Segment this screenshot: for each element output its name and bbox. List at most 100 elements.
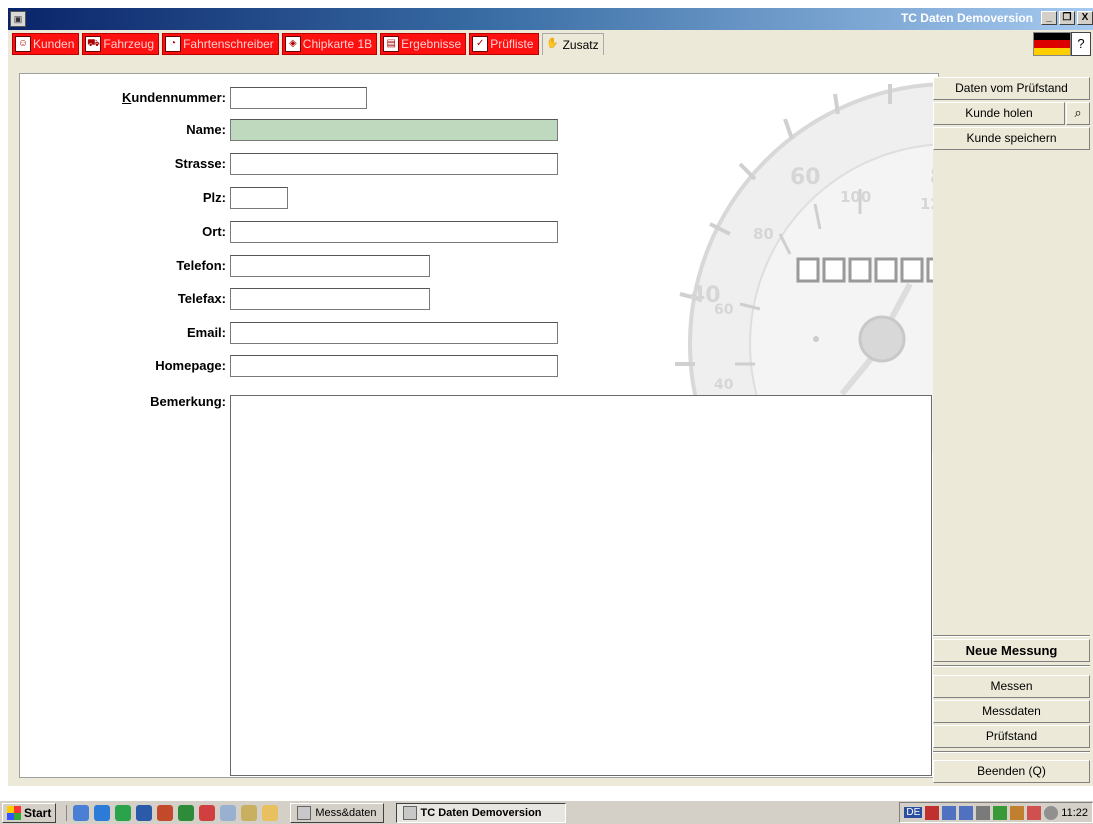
system-tray: DE 11:22 — [899, 802, 1093, 823]
tab-label: Kunden — [33, 37, 75, 51]
telefax-input[interactable] — [230, 288, 430, 310]
app-red-icon[interactable] — [199, 804, 216, 821]
email-input[interactable] — [230, 322, 558, 344]
binoculars-icon[interactable]: ⌕ — [1066, 102, 1090, 125]
task-label: TC Daten Demoversion — [420, 806, 542, 819]
tab-label: Prüfliste — [490, 37, 534, 51]
messen-button[interactable]: Messen — [933, 675, 1090, 698]
tab-label: Ergebnisse — [401, 37, 462, 51]
tray-misc-icon[interactable] — [1010, 805, 1025, 820]
language-indicator[interactable]: DE — [904, 807, 923, 818]
tab-kunden[interactable]: ☺ Kunden — [12, 33, 80, 55]
ort-label: Ort: — [202, 224, 226, 239]
help-button[interactable]: ? — [1071, 32, 1091, 56]
antivirus-icon[interactable] — [993, 805, 1008, 820]
restore-button[interactable]: ❐ — [1059, 11, 1075, 25]
title-bar: ▣ TC Daten Demoversion _ ❐ X — [8, 8, 1093, 30]
hand-icon: ✋ — [546, 37, 559, 49]
kunde-speichern-button[interactable]: Kunde speichern — [933, 127, 1090, 150]
task-label: Mess&daten — [315, 806, 377, 819]
start-label: Start — [24, 805, 52, 820]
speedo-label-60-inner: 60 — [714, 302, 734, 318]
start-button[interactable]: Start — [2, 802, 57, 823]
name-input[interactable] — [230, 119, 558, 141]
tachograph-icon: ◔ — [165, 36, 182, 52]
kundennummer-label: Kundennummer: — [121, 90, 226, 105]
tray-tool-icon[interactable] — [976, 805, 991, 820]
desktop: ▣ TC Daten Demoversion _ ❐ X ☺ Kunden ⛟ Fa… — [0, 0, 1093, 824]
pruefstand-button[interactable]: Prüfstand — [933, 725, 1090, 748]
tray-app-icon[interactable] — [925, 805, 940, 820]
tab-zusatz[interactable]: ✋ Zusatz — [541, 33, 604, 55]
media-icon[interactable] — [115, 804, 132, 821]
minimize-button[interactable]: _ — [1041, 11, 1057, 25]
app-icon[interactable]: ▣ — [10, 11, 26, 27]
beenden-button[interactable]: Beenden (Q) — [933, 760, 1090, 783]
tab-label: Fahrtenschreiber — [183, 37, 274, 51]
bemerkung-textarea[interactable] — [230, 395, 932, 776]
divider — [933, 635, 1090, 637]
plz-label: Plz: — [202, 190, 226, 205]
tab-label: Fahrzeug — [103, 37, 155, 51]
window-title: TC Daten Demoversion — [900, 11, 1033, 25]
network-icon[interactable] — [942, 805, 957, 820]
email-label: Email: — [186, 325, 226, 340]
divider — [933, 665, 1090, 667]
german-flag-icon[interactable] — [1033, 32, 1071, 56]
close-button[interactable]: X — [1077, 11, 1093, 25]
kunde-holen-button[interactable]: Kunde holen — [933, 102, 1065, 125]
network-icon[interactable] — [959, 805, 974, 820]
quick-launch — [66, 804, 279, 821]
main-panel: 60 80 100 12 80 40 60 40 — [8, 60, 1093, 786]
strasse-label: Strasse: — [174, 156, 226, 171]
tab-pruefliste[interactable]: ✓ Prüfliste — [469, 33, 539, 55]
tool-icon[interactable] — [241, 804, 258, 821]
messdaten-button[interactable]: Messdaten — [933, 700, 1090, 723]
speedo-label-60: 60 — [790, 165, 821, 190]
car-icon: ⛟ — [85, 36, 102, 52]
tab-label: Zusatz — [562, 37, 599, 52]
word-icon[interactable] — [136, 804, 153, 821]
bemerkung-label: Bemerkung: — [150, 394, 226, 409]
window-icon — [297, 805, 312, 820]
folder-icon[interactable] — [262, 804, 279, 821]
tab-fahrzeug[interactable]: ⛟ Fahrzeug — [82, 33, 160, 55]
telefon-input[interactable] — [230, 255, 430, 277]
chipcard-icon: ◈ — [284, 36, 301, 52]
neue-messung-button[interactable]: Neue Messung — [933, 639, 1090, 662]
desktop-icon[interactable] — [73, 804, 90, 821]
speedo-label-40-inner: 40 — [714, 377, 734, 393]
tab-ergebnisse[interactable]: ▤ Ergebnisse — [380, 33, 467, 55]
window-icon — [402, 805, 417, 820]
strasse-input[interactable] — [230, 153, 558, 175]
action-sidebar: Daten vom Prüfstand Kunde holen ⌕ Kunde … — [933, 77, 1090, 785]
plz-input[interactable] — [230, 187, 288, 209]
checklist-icon: ✓ — [472, 36, 489, 52]
homepage-input[interactable] — [230, 355, 558, 377]
speedo-label-100: 100 — [840, 188, 871, 206]
kundennummer-input[interactable] — [230, 87, 367, 109]
windows-logo-icon — [7, 805, 21, 820]
excel-icon[interactable] — [178, 804, 195, 821]
ort-input[interactable] — [230, 221, 558, 243]
powerpoint-icon[interactable] — [157, 804, 174, 821]
divider — [933, 751, 1090, 753]
ie-icon[interactable] — [94, 804, 111, 821]
taskbar-item-messdaten[interactable]: Mess&daten — [290, 802, 384, 823]
tab-bar: ☺ Kunden ⛟ Fahrzeug ◔ Fahrtenschreiber ◈ Chi… — [8, 30, 1093, 60]
clock[interactable]: 11:22 — [1061, 807, 1088, 819]
people-icon: ☺ — [15, 36, 31, 52]
tray-people-icon[interactable] — [1027, 805, 1042, 820]
results-icon: ▤ — [383, 36, 400, 52]
taskbar-item-tc-daten[interactable]: TC Daten Demoversion — [395, 802, 566, 823]
customer-form: 60 80 100 12 80 40 60 40 — [19, 73, 939, 778]
tab-label: Chipkarte 1B — [302, 37, 373, 51]
speedo-label-80: 80 — [753, 225, 774, 243]
notepad-icon[interactable] — [220, 804, 237, 821]
tab-chipkarte[interactable]: ◈ Chipkarte 1B — [281, 33, 378, 55]
tab-fahrtenschreiber[interactable]: ◔ Fahrtenschreiber — [162, 33, 279, 55]
taskbar: Start Mess&daten TC Daten Demoversion DE — [0, 800, 1093, 824]
tray-clock-icon[interactable] — [1044, 805, 1059, 820]
daten-vom-pruefstand-button[interactable]: Daten vom Prüfstand — [933, 77, 1090, 100]
name-label: Name: — [186, 122, 226, 137]
